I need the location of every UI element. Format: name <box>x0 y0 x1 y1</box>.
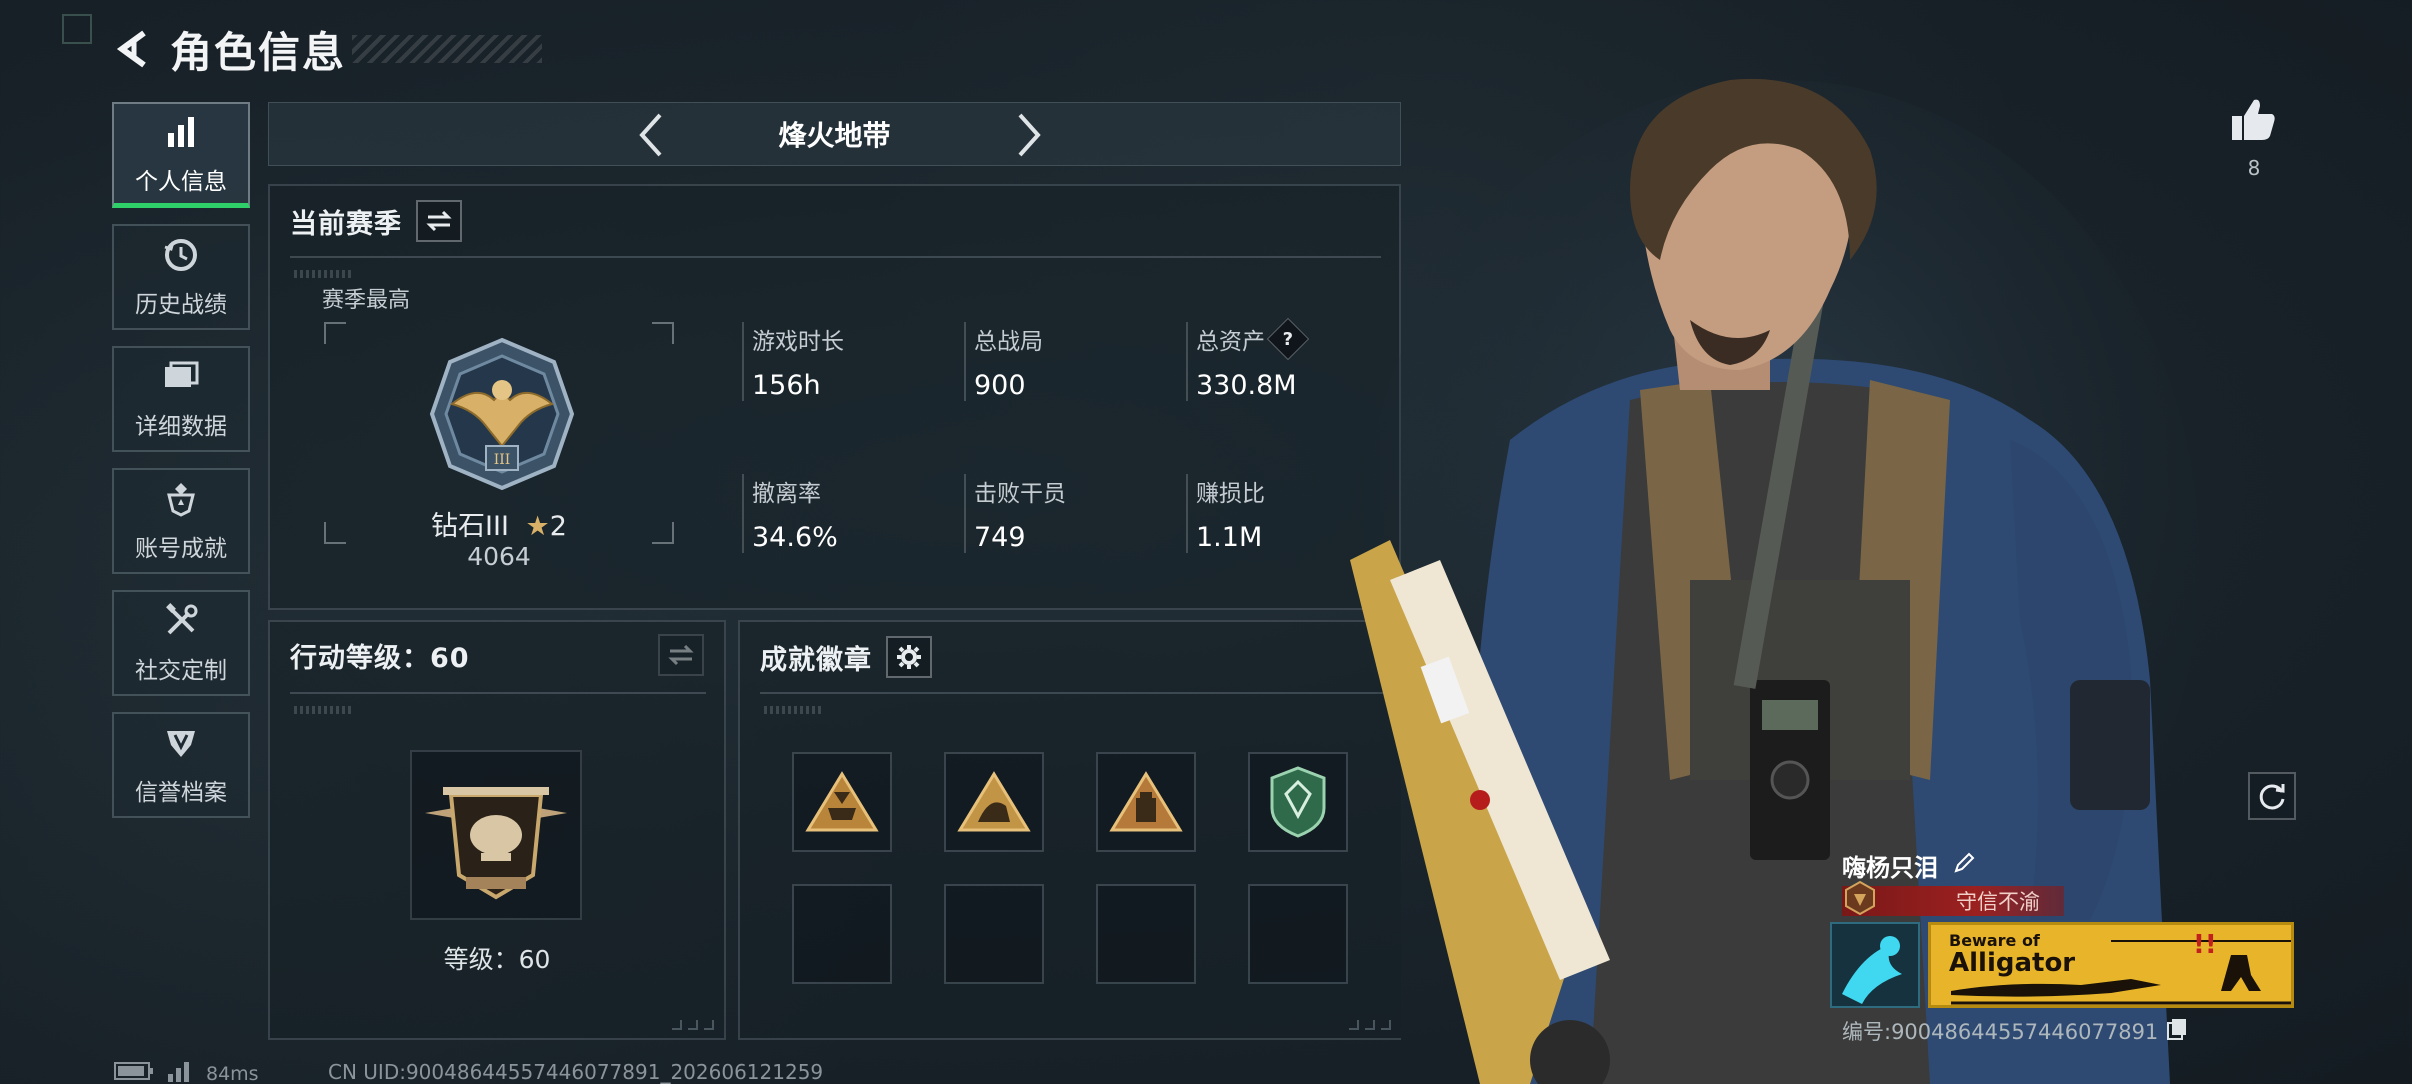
player-uid: 编号:9004864455744607789​1 <box>1842 1020 2159 1044</box>
rank-stars: 2 <box>549 511 567 542</box>
rank-score: 4064 <box>467 542 531 571</box>
decoration <box>672 1020 714 1030</box>
help-icon[interactable]: ? <box>1266 317 1310 361</box>
mode-title: 烽火地带 <box>778 119 891 152</box>
status-bar: 84ms <box>114 1060 259 1084</box>
level-emblem <box>410 750 582 920</box>
battery-icon <box>114 1061 154 1084</box>
divider <box>290 692 706 694</box>
level-switch-button[interactable] <box>658 634 704 676</box>
stat-operators-defeated: 击败干员 749 <box>964 474 1066 553</box>
level-label: 等级：60 <box>443 945 551 974</box>
badge-triangle-icon <box>957 771 1031 832</box>
stat-total-matches: 总战局 900 <box>964 322 1043 401</box>
badge-slot[interactable] <box>944 752 1044 852</box>
sidebar-item-label: 个人信息 <box>135 168 227 195</box>
refresh-button[interactable] <box>2248 772 2296 820</box>
title-decoration <box>352 35 543 63</box>
helicopter-badge-icon <box>425 787 567 900</box>
sidebar: 个人信息 历史战绩 详细数据 账号成就 社交定制 信誉档案 <box>112 102 250 834</box>
player-name-row: 嗨杨只泪 <box>1842 848 1976 883</box>
bar-chart-icon <box>161 112 201 152</box>
badges-panel: 成就徽章 <box>738 620 1401 1040</box>
chevron-left-icon[interactable] <box>627 111 675 159</box>
history-clock-icon <box>161 235 201 275</box>
sidebar-item-label: 信誉档案 <box>135 780 227 806</box>
action-level-panel: 行动等级：60 等级：60 <box>268 620 726 1040</box>
title-emblem-icon <box>1842 880 1878 916</box>
sidebar-item-label: 社交定制 <box>135 658 227 684</box>
back-arrow-icon[interactable] <box>112 27 156 71</box>
like-count: 8 <box>2247 156 2261 180</box>
sidebar-item-reputation[interactable]: 信誉档案 <box>112 712 250 818</box>
copy-icon[interactable] <box>2166 1017 2188 1046</box>
sidebar-item-details[interactable]: 详细数据 <box>112 346 250 452</box>
ping-value: 84ms <box>206 1062 259 1084</box>
sidebar-item-personal-info[interactable]: 个人信息 <box>112 102 250 208</box>
page-header: 角色信息 <box>112 22 543 77</box>
decoration <box>294 270 354 278</box>
badge-triangle-icon <box>1109 771 1183 832</box>
action-level-title: 行动等级：60 <box>290 643 470 674</box>
badge-slot[interactable] <box>1096 752 1196 852</box>
stat-extraction-rate: 撤离率 34.6% <box>742 474 838 553</box>
svg-text:III: III <box>494 452 511 468</box>
badge-shield-icon <box>1270 766 1326 838</box>
badge-slot-empty[interactable] <box>944 884 1044 984</box>
mode-switcher: 烽火地带 <box>268 102 1401 166</box>
season-title: 当前赛季 <box>290 208 402 240</box>
player-uid-row: 编号:9004864455744607789​1 <box>1842 1016 2188 1046</box>
alligator-banner-icon: !! <box>1951 930 2291 1005</box>
sidebar-item-label: 历史战绩 <box>135 292 227 318</box>
stat-total-assets: 总资产 ? 330.8M <box>1186 317 1310 401</box>
badge-slot-empty[interactable] <box>1096 884 1196 984</box>
sidebar-item-label: 账号成就 <box>135 536 227 562</box>
badge-slot-empty[interactable] <box>792 884 892 984</box>
stat-profit-ratio: 赚损比 1.1M <box>1186 474 1265 553</box>
folder-icon <box>161 357 201 397</box>
season-switch-button[interactable] <box>416 200 462 242</box>
stat-play-time: 游戏时长 156h <box>742 322 844 401</box>
divider <box>760 692 1383 694</box>
gear-icon <box>897 645 921 669</box>
thumbs-up-icon[interactable] <box>2226 96 2282 146</box>
badges-title: 成就徽章 <box>760 644 872 676</box>
tools-icon <box>161 601 201 641</box>
refresh-icon <box>2259 784 2285 810</box>
name-banner[interactable]: Beware of Alligator !! <box>1928 922 2294 1008</box>
svg-text:!!: !! <box>2193 930 2217 960</box>
rank-caption: 赛季最高 <box>322 288 411 313</box>
decoration <box>294 706 354 714</box>
decoration <box>764 706 824 714</box>
avatar[interactable] <box>1830 922 1920 1008</box>
sidebar-item-achievements[interactable]: 账号成就 <box>112 468 250 574</box>
sidebar-item-social[interactable]: 社交定制 <box>112 590 250 696</box>
status-uid: CN UID:9004864455744607789​1_20260612125… <box>328 1060 824 1084</box>
switch-arrows-icon <box>668 644 694 666</box>
achievement-icon <box>161 479 201 519</box>
player-name: 嗨杨只泪 <box>1842 854 1938 882</box>
signal-icon <box>166 1060 194 1084</box>
edit-pencil-icon[interactable] <box>1952 851 1976 881</box>
badge-triangle-icon <box>805 771 879 832</box>
page-title: 角色信息 <box>170 27 347 77</box>
rank-name-row: 钻石III ★2 <box>322 504 676 543</box>
chevron-right-icon[interactable] <box>1005 111 1053 159</box>
like-widget: 8 <box>2226 96 2282 180</box>
rank-emblem-icon: III <box>422 334 582 498</box>
rank-name: 钻石III <box>431 511 509 542</box>
badge-settings-button[interactable] <box>886 636 932 678</box>
reputation-shield-icon <box>161 723 201 763</box>
season-panel: 当前赛季 赛季最高 III 钻石III ★2 4064 游戏时长 156h 总战… <box>268 184 1401 610</box>
star-icon: ★ <box>525 511 550 542</box>
switch-arrows-icon <box>426 210 452 232</box>
sidebar-item-history[interactable]: 历史战绩 <box>112 224 250 330</box>
badge-slot[interactable] <box>792 752 892 852</box>
sidebar-item-label: 详细数据 <box>135 414 227 440</box>
divider <box>290 256 1381 258</box>
corner-decoration <box>62 14 92 44</box>
